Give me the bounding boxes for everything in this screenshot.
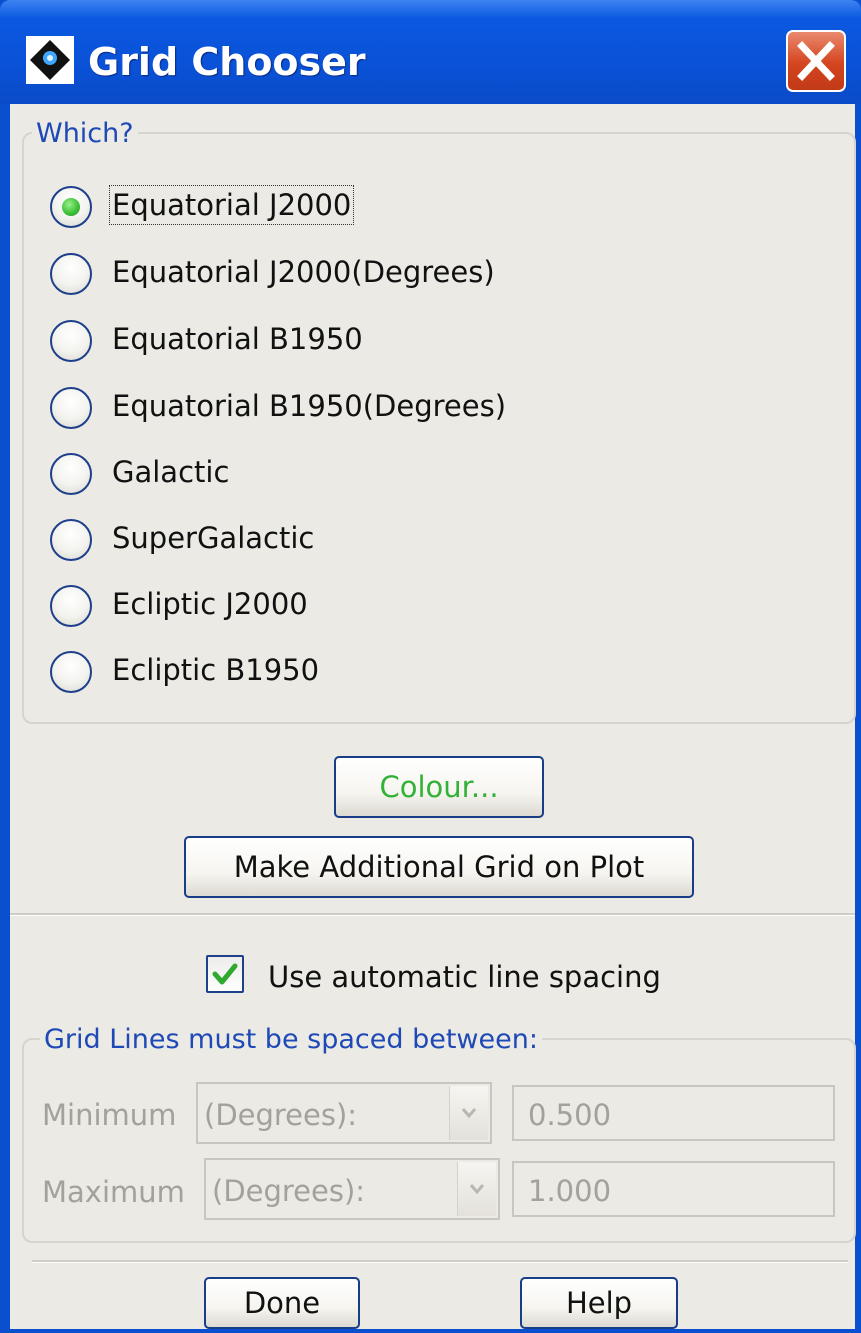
make-additional-grid-button[interactable]: Make Additional Grid on Plot bbox=[184, 836, 694, 898]
radio-button[interactable] bbox=[50, 387, 92, 429]
minimum-unit-value: (Degrees): bbox=[204, 1098, 358, 1132]
chevron-down-icon bbox=[469, 1184, 485, 1195]
minimum-value: 0.500 bbox=[528, 1098, 612, 1132]
minimum-label: Minimum bbox=[42, 1098, 177, 1132]
maximum-value: 1.000 bbox=[528, 1174, 612, 1208]
radio-label: Equatorial B1950(Degrees) bbox=[112, 389, 507, 423]
bottom-divider bbox=[32, 1260, 848, 1263]
minimum-unit-dropdown[interactable] bbox=[449, 1086, 488, 1140]
close-button[interactable] bbox=[786, 30, 846, 92]
done-button[interactable]: Done bbox=[204, 1277, 360, 1329]
title-bar[interactable]: Grid Chooser bbox=[0, 0, 861, 104]
maximum-label: Maximum bbox=[42, 1175, 185, 1209]
colour-button[interactable]: Colour... bbox=[334, 756, 544, 818]
maximum-value-field[interactable]: 1.000 bbox=[512, 1161, 835, 1217]
app-diamond-icon bbox=[26, 36, 74, 84]
section-divider bbox=[10, 913, 855, 916]
maximum-unit-select[interactable]: (Degrees): bbox=[204, 1158, 500, 1220]
radio-button[interactable] bbox=[50, 186, 92, 228]
radio-label: Equatorial J2000(Degrees) bbox=[112, 255, 495, 289]
radio-label: Equatorial J2000 bbox=[108, 185, 355, 225]
dialog-body: Which? Equatorial J2000 Equatorial J2000… bbox=[10, 104, 856, 1329]
help-button[interactable]: Help bbox=[520, 1277, 678, 1329]
radio-button[interactable] bbox=[50, 320, 92, 362]
checkmark-icon bbox=[212, 963, 238, 985]
close-icon bbox=[797, 41, 835, 81]
radio-button[interactable] bbox=[50, 585, 92, 627]
minimum-value-field[interactable]: 0.500 bbox=[512, 1085, 835, 1141]
radio-button[interactable] bbox=[50, 651, 92, 693]
radio-label: Galactic bbox=[112, 455, 230, 489]
colour-button-label: Colour... bbox=[379, 770, 499, 804]
radio-button[interactable] bbox=[50, 253, 92, 295]
make-grid-button-label: Make Additional Grid on Plot bbox=[233, 850, 645, 884]
maximum-unit-value: (Degrees): bbox=[212, 1174, 366, 1208]
radio-button[interactable] bbox=[50, 453, 92, 495]
radio-button[interactable] bbox=[50, 519, 92, 561]
radio-label: SuperGalactic bbox=[112, 521, 315, 555]
spacing-legend: Grid Lines must be spaced between: bbox=[40, 1024, 542, 1055]
grid-chooser-window: Grid Chooser Which? Equatorial J2000 Equ… bbox=[0, 0, 861, 1333]
chevron-down-icon bbox=[461, 1108, 477, 1119]
radio-selected-dot bbox=[62, 198, 80, 216]
minimum-unit-select[interactable]: (Degrees): bbox=[196, 1082, 492, 1144]
help-button-label: Help bbox=[565, 1286, 633, 1320]
radio-label: Equatorial B1950 bbox=[112, 322, 363, 356]
maximum-unit-dropdown[interactable] bbox=[457, 1162, 496, 1216]
radio-label: Ecliptic B1950 bbox=[112, 653, 320, 687]
window-title: Grid Chooser bbox=[88, 40, 366, 84]
which-legend: Which? bbox=[32, 118, 138, 149]
radio-label: Ecliptic J2000 bbox=[112, 587, 308, 621]
auto-spacing-checkbox[interactable] bbox=[206, 955, 244, 993]
done-button-label: Done bbox=[243, 1286, 321, 1320]
auto-spacing-label: Use automatic line spacing bbox=[268, 960, 661, 994]
